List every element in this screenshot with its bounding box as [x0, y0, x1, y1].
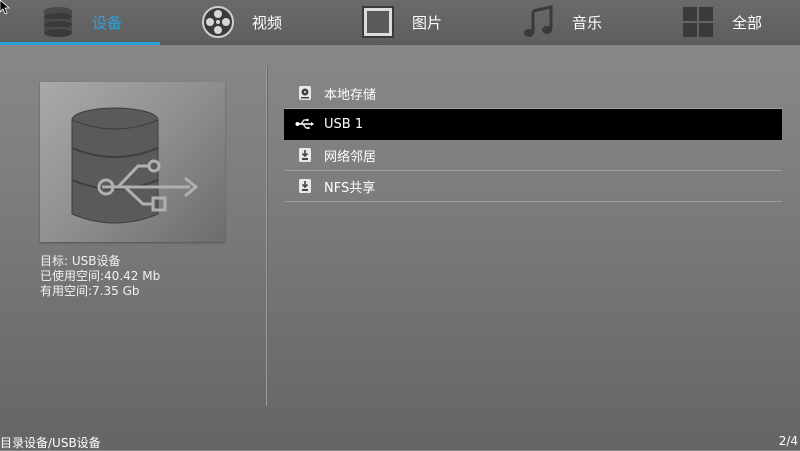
list-item-usb1[interactable]: USB 1: [284, 109, 782, 140]
film-reel-icon: [198, 4, 238, 40]
device-target: 目标: USB设备: [40, 254, 121, 268]
tab-label: 全部: [731, 13, 762, 32]
device-info: 目标: USB设备 已使用空间:40.42 Mb 有用空间:7.35 Gb: [40, 254, 160, 299]
tab-devices[interactable]: 设备: [0, 0, 160, 45]
list-item-label: 网络邻居: [324, 149, 377, 165]
network-share-icon: [294, 147, 316, 163]
tab-label: 视频: [251, 13, 282, 32]
tab-label: 图片: [411, 13, 442, 32]
hard-disk-icon: [294, 85, 316, 101]
tab-all[interactable]: 全部: [640, 0, 800, 44]
panel-divider: [266, 66, 267, 406]
top-nav: 设备 视频 图片 音乐 全部: [0, 0, 800, 45]
device-artwork: [40, 82, 225, 242]
list-item-label: NFS共享: [324, 180, 376, 196]
grid-icon: [678, 4, 718, 40]
list-item-label: 本地存储: [324, 87, 377, 103]
source-list: 本地存储 USB 1 网络邻居 NFS共享: [284, 78, 782, 202]
device-free-space: 有用空间:7.35 Gb: [40, 284, 140, 298]
tab-label: 设备: [91, 13, 122, 32]
usb-storage-icon: [71, 107, 199, 224]
list-item-label: USB 1: [324, 116, 364, 132]
list-item-network-neighborhood[interactable]: 网络邻居: [284, 140, 782, 171]
tab-videos[interactable]: 视频: [160, 0, 320, 44]
usb-icon: [294, 118, 316, 130]
tab-pictures[interactable]: 图片: [320, 0, 480, 44]
list-item-local-storage[interactable]: 本地存储: [284, 78, 782, 109]
list-item-nfs-share[interactable]: NFS共享: [284, 171, 782, 202]
tab-music[interactable]: 音乐: [480, 0, 640, 44]
mouse-cursor-icon: [0, 0, 10, 14]
picture-frame-icon: [358, 4, 398, 40]
nfs-share-icon: [294, 178, 316, 194]
status-path: 目录设备/USB设备: [0, 436, 101, 450]
database-icon: [38, 4, 78, 40]
status-page-count: 2/4: [778, 434, 798, 448]
device-used-space: 已使用空间:40.42 Mb: [40, 269, 161, 283]
tab-label: 音乐: [571, 13, 602, 32]
music-note-icon: [518, 4, 558, 40]
